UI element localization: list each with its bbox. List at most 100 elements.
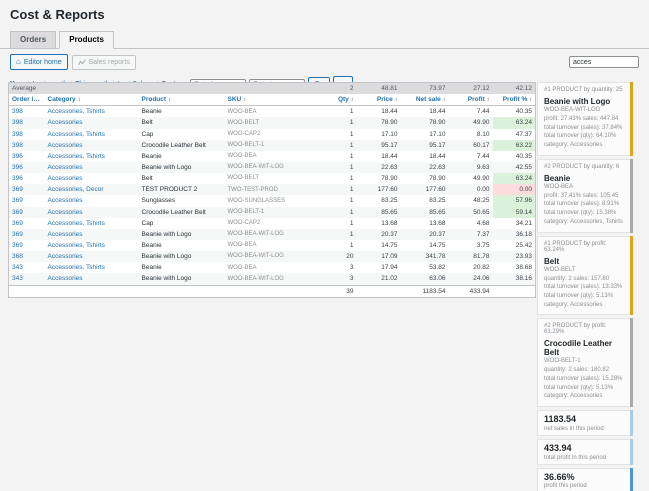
net-sale-value: 78.90 [401,117,449,128]
category-link[interactable]: Accessories, Tshirts [45,129,139,140]
price-value: 17.09 [357,251,401,262]
net-sale-value: 63.06 [401,273,449,285]
profit-pct-value: 38.16 [493,273,536,285]
column-header-profit[interactable]: Profit %↕ [493,94,536,106]
average-price: 48.81 [357,83,401,95]
totals-spacer [9,285,331,297]
category-link[interactable]: Accessories, Tshirts [45,151,139,162]
tab-products[interactable]: Products [59,31,114,49]
qty-value: 1 [331,240,357,251]
price-value: 20.37 [357,229,401,240]
category-link[interactable]: Accessories, Tshirts [45,106,139,118]
product-name: TEST PRODUCT 2 [139,184,225,195]
category-link[interactable]: Accessories [45,273,139,285]
order-id-link[interactable]: 369 [9,184,45,195]
order-id-link[interactable]: 396 [9,162,45,173]
tab-orders[interactable]: Orders [10,31,56,49]
profit-pct-value: 23.93 [493,251,536,262]
category-link[interactable]: Accessories, Tshirts [45,218,139,229]
table-row: 343Accessories, TshirtsBeanieWOO-BEA317.… [9,262,536,273]
order-id-link[interactable]: 398 [9,106,45,118]
net-sale-value: 83.25 [401,195,449,206]
home-icon: ⌂ [16,58,21,66]
category-link[interactable]: Accessories [45,229,139,240]
stat-accent-bar [630,439,633,465]
column-header-net-sale[interactable]: Net sale↕ [401,94,449,106]
order-id-link[interactable]: 396 [9,173,45,184]
column-header-category[interactable]: Category↕ [45,94,139,106]
order-id-link[interactable]: 343 [9,273,45,285]
sales-reports-button[interactable]: Sales reports [72,55,136,70]
order-id-link[interactable]: 369 [9,218,45,229]
panel-product-sku: WOO-BEA-WIT-LOG [544,107,624,113]
order-id-link[interactable]: 396 [9,151,45,162]
net-sale-value: 18.44 [401,151,449,162]
panel-stat-line: category: Accessories [544,141,624,150]
editor-home-button[interactable]: ⌂ Editor home [10,54,68,70]
category-link[interactable]: Accessories [45,251,139,262]
sidebar-stats: 1183.54net sales in this period433.94tot… [537,410,633,491]
order-id-link[interactable]: 369 [9,240,45,251]
profit-value: 50.65 [449,207,493,218]
qty-value: 1 [331,140,357,151]
column-header-order-id[interactable]: Order id↕ [9,94,45,106]
product-name: Crocodile Leather Belt [139,140,225,151]
column-label: Product [142,96,167,103]
price-value: 14.75 [357,240,401,251]
column-header-product[interactable]: Product↕ [139,94,225,106]
order-id-link[interactable]: 398 [9,129,45,140]
column-header-qty[interactable]: Qty↕ [331,94,357,106]
table-row: 369Accessories, TshirtsCapWOO-CAP2113.68… [9,218,536,229]
table-row: 396AccessoriesBeltWOO-BELT178.9078.9049.… [9,173,536,184]
order-id-link[interactable]: 368 [9,251,45,262]
product-sku: WOO-BEA [225,262,331,273]
product-name: Beanie with Logo [139,162,225,173]
product-sku: WOO-BEA [225,240,331,251]
panel-product-name: Crocodile Leather Belt [544,339,624,357]
panel-stat-line: total turnover (qty): 5.13% [544,292,624,301]
price-value: 78.90 [357,173,401,184]
search-input[interactable] [569,56,639,68]
profit-value: 49.90 [449,117,493,128]
order-id-link[interactable]: 343 [9,262,45,273]
order-id-link[interactable]: 369 [9,207,45,218]
category-link[interactable]: Accessories, Decor [45,184,139,195]
category-link[interactable]: Accessories [45,207,139,218]
category-link[interactable]: Accessories [45,162,139,173]
panel-product-name: Belt [544,257,624,266]
cost-and-reports-page: Cost & Reports OrdersProducts ⌂ Editor h… [0,0,649,491]
column-header-profit[interactable]: Profit↕ [449,94,493,106]
order-id-link[interactable]: 369 [9,229,45,240]
price-value: 78.90 [357,117,401,128]
category-link[interactable]: Accessories [45,195,139,206]
average-label: Average [9,83,331,95]
category-link[interactable]: Accessories [45,140,139,151]
net-sale-value: 78.90 [401,173,449,184]
profit-value: 24.06 [449,273,493,285]
panel-product-name: Beanie with Logo [544,97,624,106]
panel-accent-bar [630,82,633,156]
profit-pct-value: 25.42 [493,240,536,251]
profit-pct-value: 36.18 [493,229,536,240]
products-report-table: Average 2 48.81 73.97 27.12 42.12 Order … [8,82,535,298]
order-id-link[interactable]: 398 [9,117,45,128]
order-id-link[interactable]: 369 [9,195,45,206]
column-header-sku[interactable]: SKU↕ [225,94,331,106]
qty-value: 1 [331,229,357,240]
product-panel: #2 PRODUCT by quantity: 6BeanieWOO-BEApr… [537,159,633,233]
table-body: 398Accessories, TshirtsBeanieWOO-BEA118.… [9,106,536,285]
profit-value: 9.63 [449,162,493,173]
category-link[interactable]: Accessories, Tshirts [45,240,139,251]
price-value: 21.02 [357,273,401,285]
column-header-price[interactable]: Price↕ [357,94,401,106]
panel-heading: #2 PRODUCT by profit: 61.29% [544,323,624,335]
category-link[interactable]: Accessories [45,117,139,128]
category-link[interactable]: Accessories, Tshirts [45,262,139,273]
panel-stat-line: total turnover (qty): 64.10% [544,132,624,141]
average-net-sale: 73.97 [401,83,449,95]
category-link[interactable]: Accessories [45,173,139,184]
product-name: Beanie with Logo [139,251,225,262]
qty-value: 1 [331,207,357,218]
total-net-sale: 1183.54 [401,285,449,297]
order-id-link[interactable]: 398 [9,140,45,151]
